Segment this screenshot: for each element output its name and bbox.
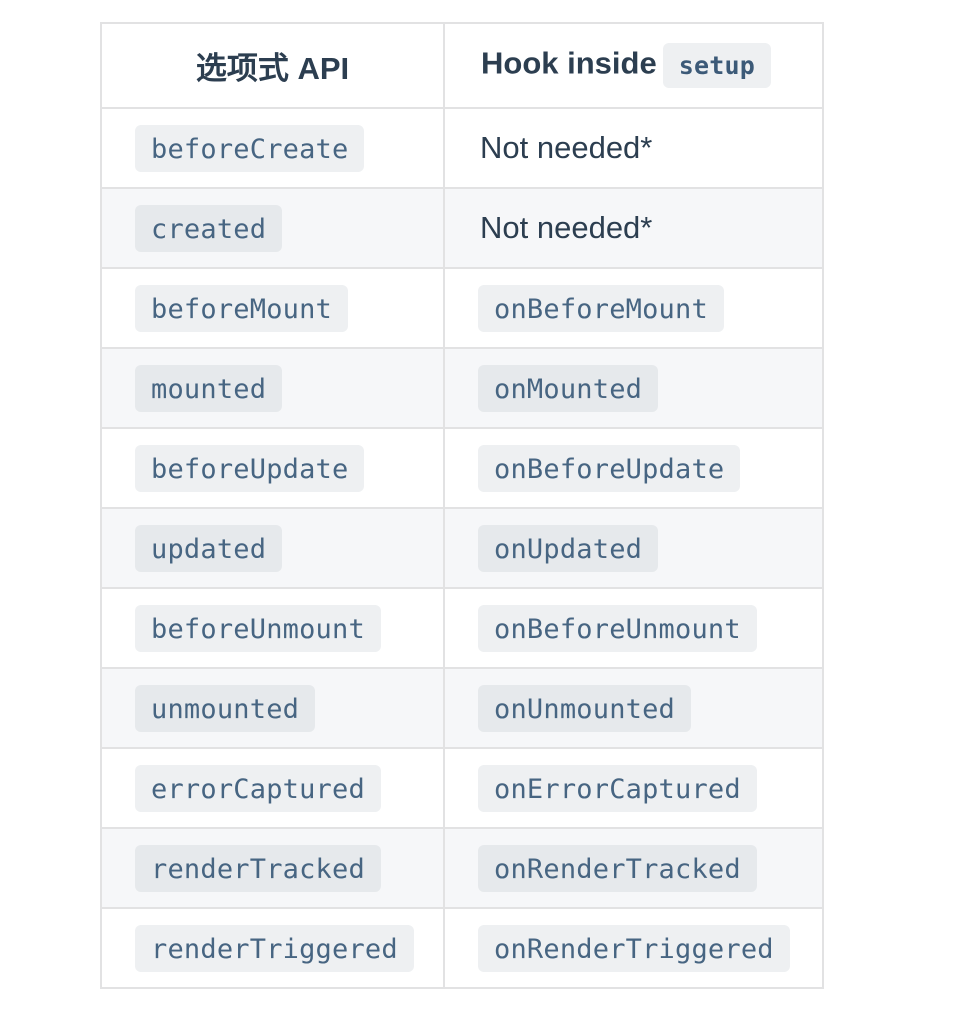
composition-hook-code: onRenderTracked <box>478 844 757 892</box>
composition-hook-code: onRenderTriggered <box>478 924 790 972</box>
hook-note: Not needed* <box>480 210 653 245</box>
hook-cell: onUnmounted <box>443 667 824 749</box>
options-cell: beforeUnmount <box>100 587 445 669</box>
hook-cell: onRenderTriggered <box>443 907 824 989</box>
options-cell: renderTracked <box>100 827 445 909</box>
options-hook-code: renderTriggered <box>135 924 414 972</box>
table-row: unmounted onUnmounted <box>100 667 824 749</box>
options-cell: updated <box>100 507 445 589</box>
composition-hook-code: onUnmounted <box>478 684 692 732</box>
options-cell: renderTriggered <box>100 907 445 989</box>
lifecycle-hooks-table: 选项式 API Hook inside setup beforeCreate No… <box>100 22 824 989</box>
table-row: beforeMount onBeforeMount <box>100 267 824 349</box>
table-row: beforeCreate Not needed* <box>100 107 824 189</box>
hook-note: Not needed* <box>480 130 653 165</box>
header-row: 选项式 API Hook inside setup <box>100 22 824 109</box>
composition-hook-code: onUpdated <box>478 524 659 572</box>
options-cell: beforeUpdate <box>100 427 445 509</box>
options-hook-code: created <box>135 204 283 252</box>
options-hook-code: unmounted <box>135 684 316 732</box>
header-options-api: 选项式 API <box>100 22 445 109</box>
hook-cell: Not needed* <box>443 187 824 269</box>
options-cell: beforeMount <box>100 267 445 349</box>
composition-hook-code: onBeforeMount <box>478 284 724 332</box>
table-header: 选项式 API Hook inside setup <box>100 22 824 109</box>
options-hook-code: mounted <box>135 364 283 412</box>
options-cell: mounted <box>100 347 445 429</box>
table-row: updated onUpdated <box>100 507 824 589</box>
options-cell: beforeCreate <box>100 107 445 189</box>
composition-hook-code: onErrorCaptured <box>478 764 757 812</box>
hook-cell: onBeforeUnmount <box>443 587 824 669</box>
table-row: beforeUpdate onBeforeUpdate <box>100 427 824 509</box>
table-row: errorCaptured onErrorCaptured <box>100 747 824 829</box>
table-row: renderTracked onRenderTracked <box>100 827 824 909</box>
header-hook-inside-setup: Hook inside setup <box>443 22 824 109</box>
hook-cell: onMounted <box>443 347 824 429</box>
options-cell: created <box>100 187 445 269</box>
hook-cell: onUpdated <box>443 507 824 589</box>
table-row: renderTriggered onRenderTriggered <box>100 907 824 989</box>
table-body: beforeCreate Not needed* created Not nee… <box>100 107 824 989</box>
table-row: mounted onMounted <box>100 347 824 429</box>
options-hook-code: beforeMount <box>135 284 349 332</box>
options-cell: unmounted <box>100 667 445 749</box>
options-hook-code: updated <box>135 524 283 572</box>
table-row: beforeUnmount onBeforeUnmount <box>100 587 824 669</box>
options-hook-code: renderTracked <box>135 844 381 892</box>
hook-cell: onBeforeUpdate <box>443 427 824 509</box>
header-hook-label: Hook inside <box>481 45 657 81</box>
hook-cell: onBeforeMount <box>443 267 824 349</box>
options-hook-code: beforeCreate <box>135 124 365 172</box>
header-setup-code: setup <box>662 43 771 88</box>
composition-hook-code: onBeforeUpdate <box>478 444 741 492</box>
hook-cell: onRenderTracked <box>443 827 824 909</box>
options-cell: errorCaptured <box>100 747 445 829</box>
composition-hook-code: onMounted <box>478 364 659 412</box>
options-hook-code: beforeUnmount <box>135 604 381 652</box>
options-hook-code: errorCaptured <box>135 764 381 812</box>
hook-cell: onErrorCaptured <box>443 747 824 829</box>
hook-cell: Not needed* <box>443 107 824 189</box>
composition-hook-code: onBeforeUnmount <box>478 604 757 652</box>
table-row: created Not needed* <box>100 187 824 269</box>
options-hook-code: beforeUpdate <box>135 444 365 492</box>
